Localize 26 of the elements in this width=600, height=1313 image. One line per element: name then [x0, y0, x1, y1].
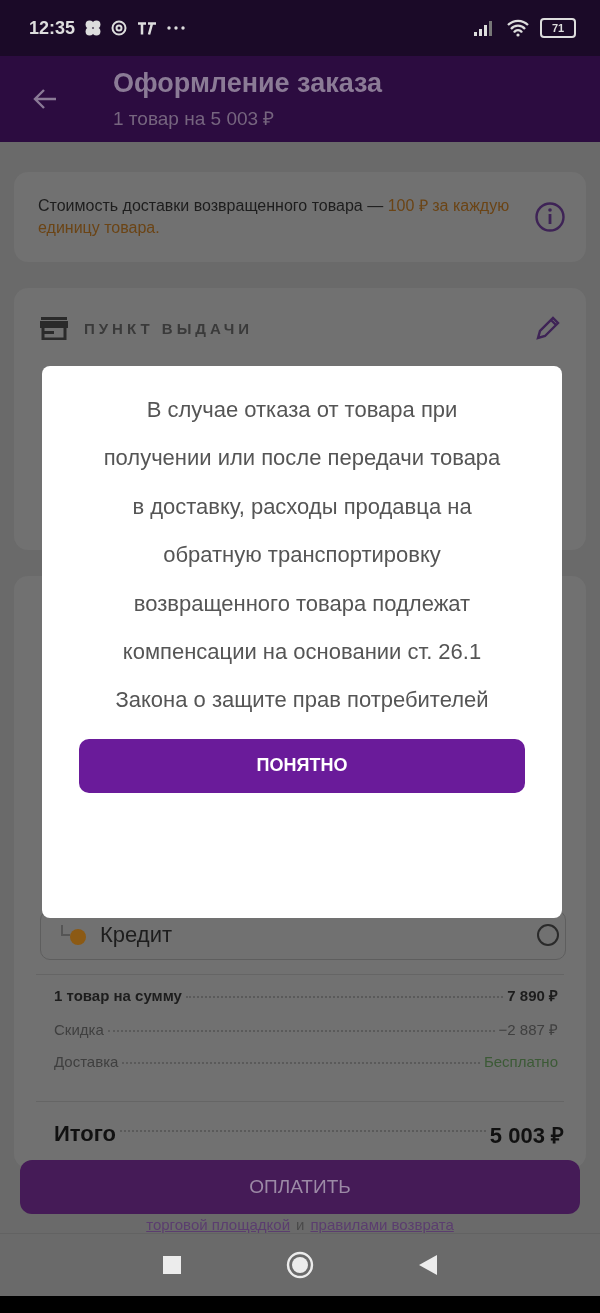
- order-summary-subtitle: 1 товар на 5 003 ₽: [113, 106, 276, 131]
- wifi-icon: [506, 19, 530, 37]
- pay-button[interactable]: ОПЛАТИТЬ: [20, 1160, 580, 1214]
- back-icon[interactable]: [419, 1255, 437, 1275]
- back-arrow-icon[interactable]: [32, 88, 58, 110]
- pencil-icon[interactable]: [534, 314, 562, 342]
- total-value: 5 003 ₽: [489, 1122, 564, 1149]
- dialog-message: В случае отказа от товара при получении или после передачи товара в доставку, расходы продавца на обратную транспортировку возвращенного товара подлежат компенсации на основании ст. 26.1 Закона о защите прав потребителей: [102, 396, 502, 715]
- store-icon: [40, 316, 68, 340]
- home-icon[interactable]: [286, 1251, 314, 1279]
- app-notification-icon: [137, 21, 158, 35]
- ok-button[interactable]: ПОНЯТНО: [79, 738, 525, 793]
- summary-value: Бесплатно: [483, 1053, 558, 1070]
- summary-label: 1 товар на сумму: [54, 987, 182, 1004]
- delivery-cost-notice: Стоимость доставки возвращенного товара — 100 ₽ за каждую единицу товара.: [38, 196, 511, 238]
- status-time: 12:35: [29, 17, 76, 39]
- coin-icon: [61, 924, 86, 946]
- info-icon[interactable]: [534, 201, 566, 233]
- page-title: Оформление заказа: [113, 67, 383, 99]
- at-sign-icon: [111, 20, 128, 36]
- clover-icon: [85, 20, 102, 36]
- summary-value: 7 890 ₽: [507, 986, 558, 1005]
- more-icon: [167, 26, 186, 30]
- battery-icon: 71: [540, 18, 576, 38]
- radio-button[interactable]: [537, 924, 559, 946]
- total-label: Итого: [54, 1121, 117, 1147]
